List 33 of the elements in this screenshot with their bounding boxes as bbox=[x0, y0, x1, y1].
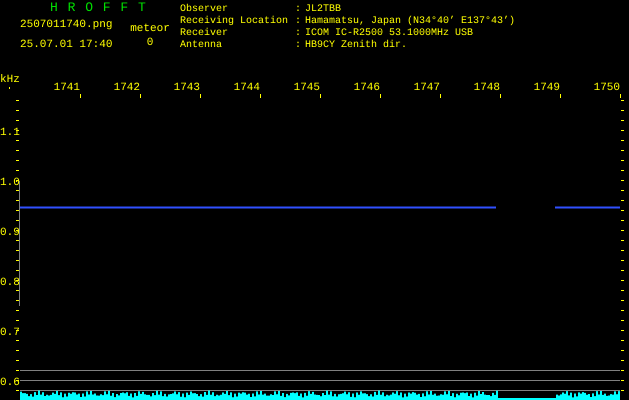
info-value: HB9CY Zenith dir. bbox=[305, 40, 408, 51]
time-label: 1743 bbox=[174, 82, 200, 94]
time-label: 1747 bbox=[414, 82, 440, 94]
info-value: ICOM IC-R2500 53.1000MHz USB bbox=[305, 28, 474, 39]
frequency-label: 0.7 bbox=[0, 327, 20, 339]
frequency-label: 0.6 bbox=[0, 377, 20, 389]
separator: : bbox=[295, 4, 302, 15]
time-label: 1746 bbox=[354, 82, 380, 94]
app-title: H R O F F T bbox=[50, 2, 147, 14]
time-label: 1748 bbox=[474, 82, 500, 94]
info-label: Receiver bbox=[180, 28, 228, 39]
info-label: Antenna bbox=[180, 40, 222, 51]
counter-value: 0 bbox=[146, 37, 154, 49]
info-label: Receiving Location bbox=[180, 16, 288, 27]
time-label: 1742 bbox=[114, 82, 140, 94]
axis-unit: kHz bbox=[0, 74, 20, 86]
info-label: Observer bbox=[180, 4, 228, 15]
separator: : bbox=[295, 28, 302, 39]
time-label: 1750 bbox=[594, 82, 620, 94]
time-label: 1749 bbox=[534, 82, 560, 94]
counter-label: meteor bbox=[130, 23, 170, 35]
separator: : bbox=[295, 16, 302, 27]
time-label: 1744 bbox=[234, 82, 260, 94]
file-name: 2507011740.png bbox=[20, 19, 114, 31]
info-value: JL2TBB bbox=[305, 4, 342, 15]
frequency-label: 0.8 bbox=[0, 277, 20, 289]
timestamp: 25.07.01 17:40 bbox=[20, 39, 114, 51]
info-value: Hamamatsu, Japan (N34°40’ E137°43’) bbox=[305, 16, 516, 27]
separator: : bbox=[295, 40, 302, 51]
frequency-label: 0.9 bbox=[0, 227, 20, 239]
frequency-label: 1.1 bbox=[0, 127, 20, 139]
time-label: 1741 bbox=[54, 82, 80, 94]
time-label: 1745 bbox=[294, 82, 320, 94]
